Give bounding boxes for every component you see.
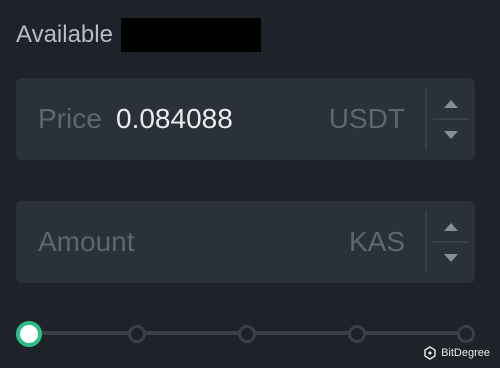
amount-label: Amount xyxy=(38,226,135,257)
price-unit: USDT xyxy=(328,103,405,134)
amount-input[interactable] xyxy=(156,225,356,259)
slider-stop-25[interactable] xyxy=(128,325,146,343)
amount-decrement-button[interactable] xyxy=(427,242,475,273)
caret-down-icon xyxy=(444,253,458,262)
price-decrement-button[interactable] xyxy=(427,119,475,150)
slider-thumb[interactable] xyxy=(16,321,42,347)
available-balance-redacted xyxy=(120,18,261,52)
price-stepper xyxy=(425,88,475,150)
order-form: Available Price USDT Amount KAS xyxy=(0,0,500,368)
available-label: Available xyxy=(16,21,113,48)
slider-stop-75[interactable] xyxy=(348,325,366,343)
caret-down-icon xyxy=(444,130,458,139)
amount-percent-slider[interactable] xyxy=(16,318,475,348)
amount-stepper xyxy=(425,211,475,273)
slider-stop-50[interactable] xyxy=(238,325,256,343)
bitdegree-logo-icon xyxy=(424,346,436,360)
price-input[interactable] xyxy=(116,102,306,136)
price-label: Price xyxy=(38,103,102,134)
caret-up-icon xyxy=(444,99,458,108)
amount-unit: KAS xyxy=(348,226,405,257)
amount-field[interactable]: Amount KAS xyxy=(16,201,475,283)
slider-stop-100[interactable] xyxy=(457,325,475,343)
watermark-text: BitDegree xyxy=(441,347,490,359)
watermark: BitDegree xyxy=(423,346,490,360)
caret-up-icon xyxy=(444,222,458,231)
price-field[interactable]: Price USDT xyxy=(16,78,475,160)
available-balance-row: Available xyxy=(16,18,261,52)
amount-increment-button[interactable] xyxy=(427,211,475,242)
price-increment-button[interactable] xyxy=(427,88,475,119)
